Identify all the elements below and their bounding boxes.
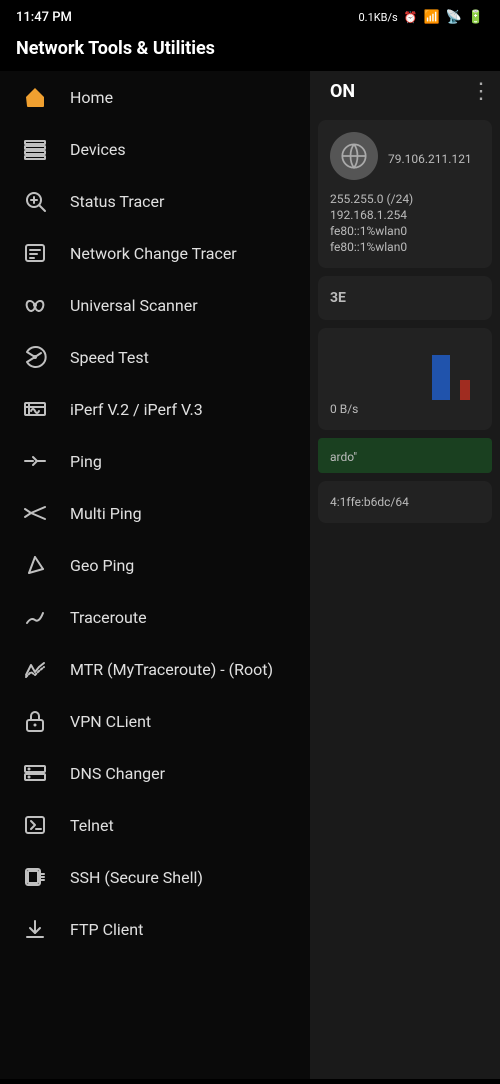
sidebar-label-speed-test: Speed Test (70, 348, 149, 367)
sidebar-item-ping[interactable]: Ping (0, 435, 310, 487)
sidebar-item-universal-scanner[interactable]: Universal Scanner (0, 279, 310, 331)
ipv6-3: 4:1ffe:b6dc/64 (330, 495, 480, 509)
ftp-client-icon (20, 917, 50, 941)
status-right: 0.1KB/s ⏰ 📶 📡 🔋 (358, 10, 484, 25)
sidebar-label-dns-changer: DNS Changer (70, 764, 165, 783)
signal-icon: 📶 (423, 10, 439, 25)
geo-ping-icon (20, 553, 50, 577)
sidebar-item-geo-ping[interactable]: Geo Ping (0, 539, 310, 591)
sidebar-label-home: Home (70, 88, 113, 107)
sidebar-label-status-tracer: Status Tracer (70, 192, 164, 211)
network-speed: 0.1KB/s (358, 11, 397, 24)
sidebar-item-telnet[interactable]: Telnet (0, 799, 310, 851)
ipv6-extra-card: 4:1ffe:b6dc/64 (318, 481, 492, 523)
app-title-text: Network Tools & Utilities (16, 38, 215, 59)
chart-bar-blue (432, 355, 450, 400)
sidebar-label-ping: Ping (70, 452, 102, 471)
network-card: 79.106.211.121 255.255.0 (/24) 192.168.1… (318, 120, 492, 268)
speed-test-icon (20, 345, 50, 369)
sidebar-label-ftp-client: FTP Client (70, 920, 143, 939)
sidebar-item-dns-changer[interactable]: DNS Changer (0, 747, 310, 799)
wifi-icon: 📡 (446, 10, 462, 25)
home-icon (20, 85, 50, 109)
traceroute-icon (20, 605, 50, 629)
sidebar-label-iperf: iPerf V.2 / iPerf V.3 (70, 400, 203, 419)
sidebar-label-devices: Devices (70, 140, 126, 159)
iperf-icon (20, 397, 50, 421)
subnet-mask: 255.255.0 (/24) (330, 192, 480, 206)
sidebar-item-status-tracer[interactable]: Status Tracer (0, 175, 310, 227)
speed-chart (330, 340, 480, 400)
sidebar-item-network-change-tracer[interactable]: Network Change Tracer (0, 227, 310, 279)
ping-icon (20, 449, 50, 473)
bs-label: 3E (330, 290, 480, 306)
status-tracer-icon (20, 189, 50, 213)
sidebar-label-mtr: MTR (MyTraceroute) - (Root) (70, 660, 273, 679)
bs-card: 3E (318, 276, 492, 320)
on-label: ON (318, 75, 367, 108)
gateway: 192.168.1.254 (330, 208, 480, 222)
mtr-icon (20, 657, 50, 681)
speed-label: 0 B/s (330, 402, 480, 416)
sidebar-label-multi-ping: Multi Ping (70, 504, 142, 523)
three-dots-menu[interactable]: ⋮ (470, 79, 492, 104)
sidebar-item-traceroute[interactable]: Traceroute (0, 591, 310, 643)
telnet-icon (20, 813, 50, 837)
status-time: 11:47 PM (16, 10, 72, 25)
vpn-client-icon (20, 709, 50, 733)
ipv6-1: fe80::1%wlan0 (330, 224, 480, 238)
sidebar-item-home[interactable]: Home (0, 71, 310, 123)
multi-ping-icon (20, 501, 50, 525)
ip-address: 79.106.211.121 (388, 152, 472, 166)
ssh-icon (20, 865, 50, 889)
name-banner: ardo" (318, 438, 492, 473)
sidebar-item-iperf[interactable]: iPerf V.2 / iPerf V.3 (0, 383, 310, 435)
sidebar-item-mtr[interactable]: MTR (MyTraceroute) - (Root) (0, 643, 310, 695)
network-globe-icon (330, 132, 378, 180)
sidebar-item-ssh[interactable]: SSH (Secure Shell) (0, 851, 310, 903)
sidebar-item-ftp-client[interactable]: FTP Client (0, 903, 310, 955)
sidebar-label-network-change-tracer: Network Change Tracer (70, 244, 237, 263)
chart-card: 0 B/s (318, 328, 492, 430)
sidebar-label-telnet: Telnet (70, 816, 114, 835)
alarm-icon: ⏰ (404, 11, 418, 24)
sidebar: Home Devices (0, 71, 310, 1079)
battery-icon: 🔋 (468, 10, 484, 25)
sidebar-label-geo-ping: Geo Ping (70, 556, 134, 575)
right-panel: ON ⋮ 79.106.211.121 255.255.0 (/24) 192.… (310, 71, 500, 1079)
sidebar-item-multi-ping[interactable]: Multi Ping (0, 487, 310, 539)
sidebar-item-vpn-client[interactable]: VPN CLient (0, 695, 310, 747)
name-text: ardo" (330, 450, 357, 464)
ipv6-2: fe80::1%wlan0 (330, 240, 480, 254)
universal-scanner-icon (20, 293, 50, 317)
sidebar-item-devices[interactable]: Devices (0, 123, 310, 175)
main-layout: Home Devices (0, 71, 500, 1079)
network-change-tracer-icon (20, 241, 50, 265)
sidebar-label-vpn-client: VPN CLient (70, 712, 151, 731)
dns-changer-icon (20, 761, 50, 785)
chart-bar-red (460, 380, 470, 400)
sidebar-label-traceroute: Traceroute (70, 608, 147, 627)
sidebar-item-speed-test[interactable]: Speed Test (0, 331, 310, 383)
devices-icon (20, 137, 50, 161)
app-title: Network Tools & Utilities (0, 30, 500, 71)
status-bar: 11:47 PM 0.1KB/s ⏰ 📶 📡 🔋 (0, 0, 500, 30)
sidebar-label-ssh: SSH (Secure Shell) (70, 868, 203, 887)
sidebar-label-universal-scanner: Universal Scanner (70, 296, 198, 315)
